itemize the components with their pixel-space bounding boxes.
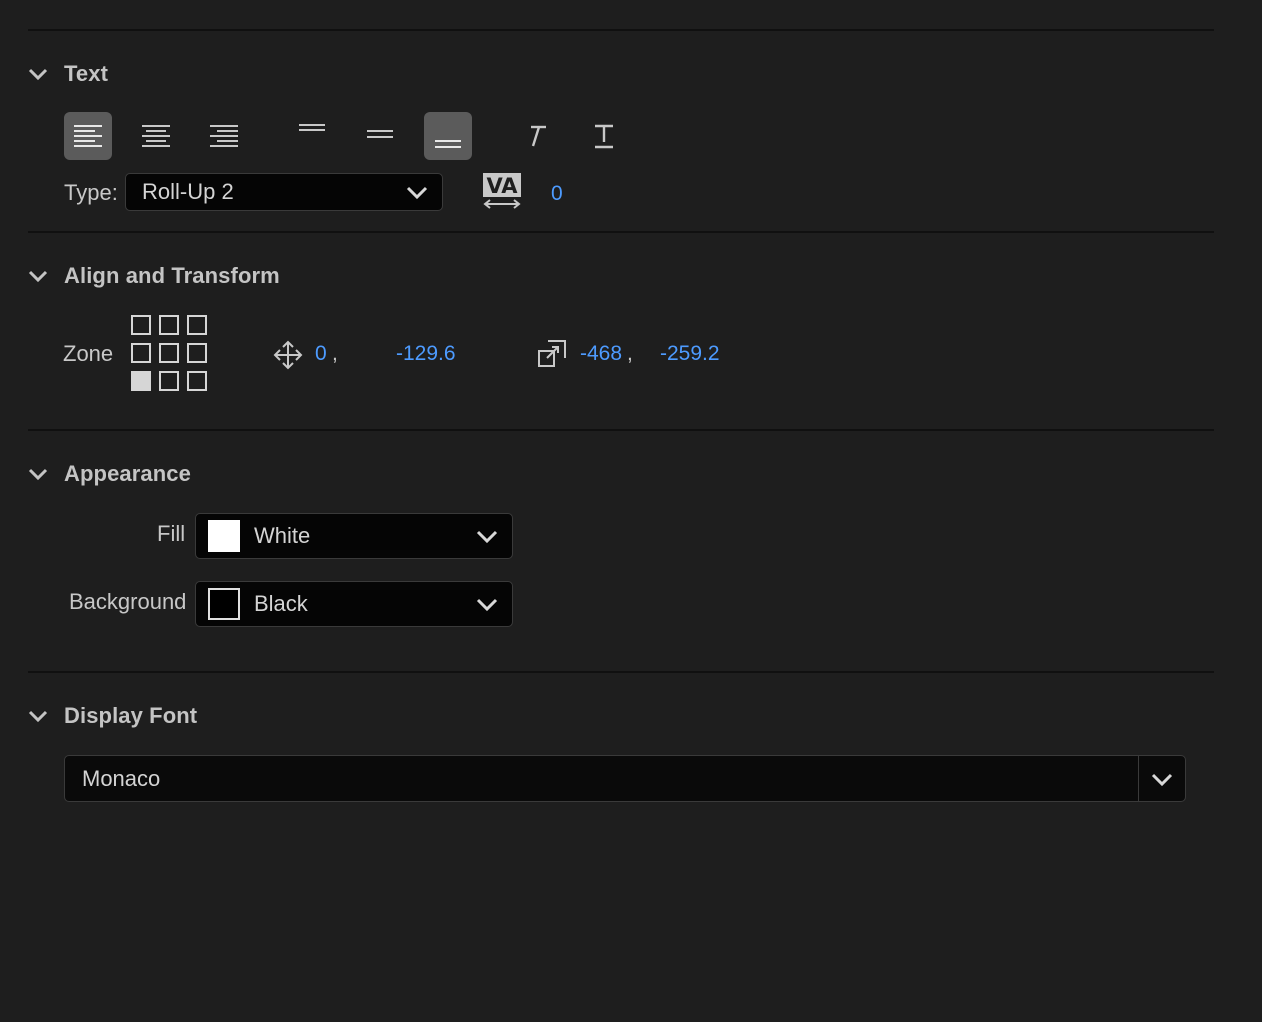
- align-left-icon: [74, 125, 102, 147]
- chevron-down-icon: [406, 186, 428, 200]
- fill-dropdown[interactable]: White: [195, 513, 513, 559]
- section-divider: [28, 429, 1214, 431]
- italic-icon: [531, 125, 546, 147]
- tracking-value[interactable]: 0: [551, 182, 563, 206]
- italic-button[interactable]: [512, 112, 560, 160]
- chevron-down-icon: [476, 598, 498, 612]
- position-x-value[interactable]: 0: [315, 342, 327, 366]
- zone-label: Zone: [63, 341, 114, 366]
- align-transform-section-header[interactable]: Align and Transform: [26, 261, 280, 291]
- tracking-va-icon: VA: [483, 173, 521, 209]
- move-position-icon: [273, 340, 303, 370]
- chevron-down-icon: [1151, 773, 1173, 786]
- zone-grid[interactable]: [131, 315, 211, 395]
- position-separator: ,: [332, 342, 338, 365]
- zone-cell-middle-left[interactable]: [131, 343, 151, 363]
- section-title-display-font: Display Font: [64, 703, 198, 728]
- zone-cell-top-left[interactable]: [131, 315, 151, 335]
- chevron-down-icon: [476, 530, 498, 544]
- zone-cell-bottom-left[interactable]: [131, 371, 151, 391]
- underline-icon: [595, 124, 613, 149]
- section-title-appearance: Appearance: [64, 461, 191, 486]
- background-dropdown-value: Black: [254, 591, 308, 616]
- align-center-icon: [142, 125, 170, 147]
- align-center-button[interactable]: [132, 112, 180, 160]
- display-font-value: Monaco: [82, 765, 161, 791]
- text-section-header[interactable]: Text: [26, 59, 108, 89]
- vertical-align-top-button[interactable]: [288, 106, 336, 154]
- vertical-align-middle-button[interactable]: [356, 111, 404, 159]
- vertical-align-top-icon: [299, 124, 325, 131]
- size-x-value[interactable]: -468: [580, 342, 622, 366]
- display-font-dropdown[interactable]: Monaco: [64, 755, 1186, 802]
- display-font-dropdown-button[interactable]: [1138, 756, 1185, 801]
- background-dropdown[interactable]: Black: [195, 581, 513, 627]
- background-label: Background: [69, 589, 187, 614]
- appearance-section-header[interactable]: Appearance: [26, 459, 191, 489]
- chevron-down-icon[interactable]: [26, 462, 50, 486]
- position-y-value[interactable]: -129.6: [396, 342, 456, 366]
- chevron-down-icon[interactable]: [26, 264, 50, 288]
- vertical-align-bottom-icon: [435, 140, 461, 148]
- chevron-down-icon[interactable]: [26, 704, 50, 728]
- type-label: Type:: [64, 180, 118, 205]
- section-divider: [28, 671, 1214, 673]
- type-dropdown-value: Roll-Up 2: [142, 179, 234, 204]
- zone-cell-middle-right[interactable]: [187, 343, 207, 363]
- display-font-section-header[interactable]: Display Font: [26, 701, 197, 731]
- chevron-down-icon[interactable]: [26, 62, 50, 86]
- align-left-button[interactable]: [64, 112, 112, 160]
- align-right-button[interactable]: [200, 112, 248, 160]
- size-y-value[interactable]: -259.2: [660, 342, 720, 366]
- section-divider: [28, 231, 1214, 233]
- top-divider: [28, 29, 1214, 31]
- fill-label: Fill: [157, 521, 186, 546]
- background-color-swatch[interactable]: [208, 588, 240, 620]
- zone-cell-bottom-right[interactable]: [187, 371, 207, 391]
- zone-cell-bottom-center[interactable]: [159, 371, 179, 391]
- svg-text:VA: VA: [486, 174, 518, 198]
- zone-cell-top-center[interactable]: [159, 315, 179, 335]
- zone-cell-top-right[interactable]: [187, 315, 207, 335]
- section-title-text: Text: [64, 61, 109, 86]
- size-separator: ,: [627, 342, 633, 365]
- zone-cell-middle-center[interactable]: [159, 343, 179, 363]
- align-right-icon: [210, 125, 238, 147]
- vertical-align-middle-icon: [367, 130, 393, 138]
- fill-dropdown-value: White: [254, 523, 311, 548]
- underline-button[interactable]: [580, 112, 628, 160]
- fill-color-swatch[interactable]: [208, 520, 240, 552]
- section-title-align-transform: Align and Transform: [64, 263, 280, 288]
- type-dropdown[interactable]: Roll-Up 2: [125, 173, 443, 211]
- vertical-align-bottom-button[interactable]: [424, 112, 472, 160]
- size-scale-icon: [538, 340, 566, 367]
